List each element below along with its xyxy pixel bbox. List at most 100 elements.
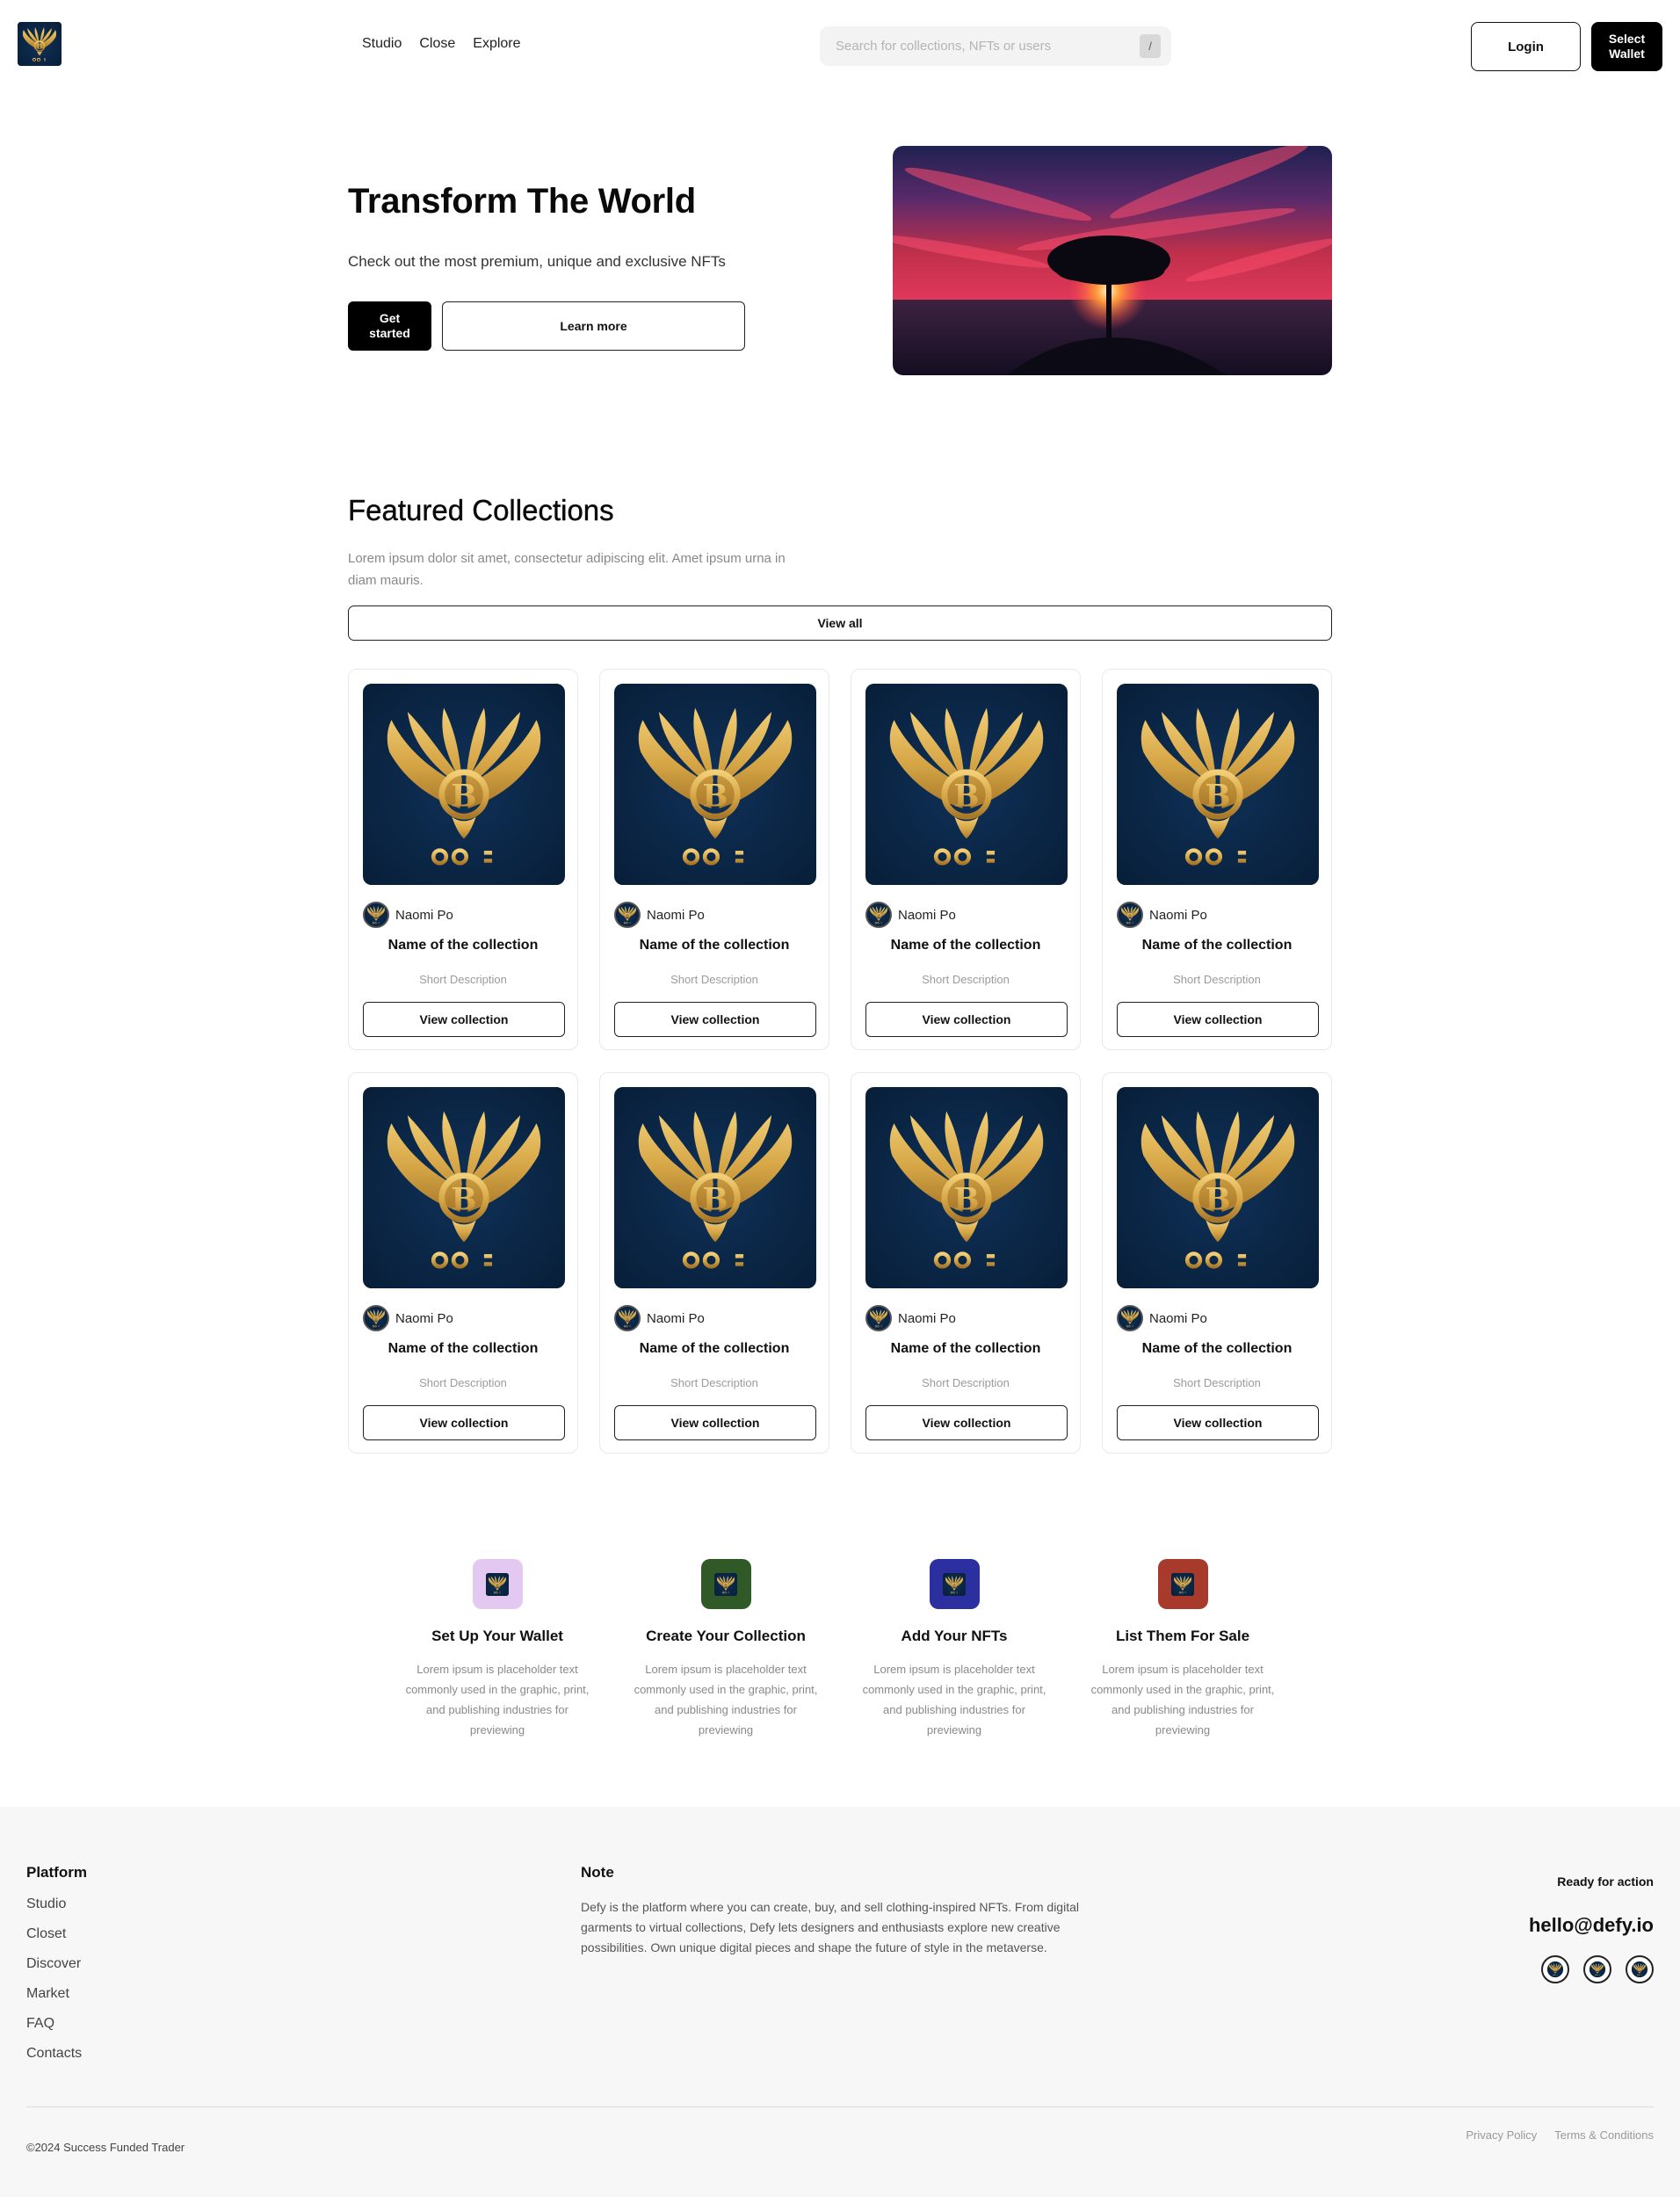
step-add-nfts: Add Your NFTs Lorem ipsum is placeholder…: [858, 1559, 1051, 1740]
logo-icon[interactable]: [18, 22, 62, 66]
step-set-up-wallet: Set Up Your Wallet Lorem ipsum is placeh…: [401, 1559, 594, 1740]
collection-image[interactable]: [1117, 1087, 1319, 1288]
view-collection-button[interactable]: View collection: [1117, 1405, 1319, 1440]
view-collection-button[interactable]: View collection: [363, 1405, 565, 1440]
view-collection-button[interactable]: View collection: [865, 1002, 1068, 1037]
nav-item-studio[interactable]: Studio: [362, 36, 402, 52]
collection-short-description: Short Description: [419, 973, 507, 986]
avatar: [1117, 902, 1143, 928]
login-button[interactable]: Login: [1471, 22, 1581, 71]
avatar: [363, 902, 389, 928]
nav-item-close[interactable]: Close: [419, 36, 455, 52]
collection-short-description: Short Description: [922, 1376, 1010, 1389]
step-title: Create Your Collection: [646, 1628, 806, 1644]
collection-card: Naomi Po Name of the collection Short De…: [1102, 1072, 1332, 1454]
collection-image[interactable]: [614, 1087, 816, 1288]
collection-name: Name of the collection: [639, 1341, 790, 1356]
legal-links: Privacy Policy Terms & Conditions: [1466, 2128, 1654, 2142]
collection-name: Name of the collection: [890, 1341, 1041, 1356]
avatar: [614, 902, 641, 928]
social-links: [1541, 1955, 1654, 1983]
collection-card: Naomi Po Name of the collection Short De…: [348, 1072, 578, 1454]
author-name: Naomi Po: [898, 907, 956, 923]
collection-name: Name of the collection: [639, 938, 790, 953]
hero-subtitle: Check out the most premium, unique and e…: [348, 253, 726, 270]
collection-name: Name of the collection: [890, 938, 1041, 953]
collection-author: Naomi Po: [614, 902, 705, 928]
collection-image[interactable]: [363, 684, 565, 885]
nav-item-explore[interactable]: Explore: [473, 36, 520, 52]
collection-short-description: Short Description: [1173, 973, 1261, 986]
collection-author: Naomi Po: [363, 1305, 453, 1331]
collection-author: Naomi Po: [865, 1305, 956, 1331]
avatar: [865, 1305, 892, 1331]
avatar: [865, 902, 892, 928]
author-name: Naomi Po: [395, 907, 453, 923]
collection-name: Name of the collection: [1141, 1341, 1293, 1356]
social-icon[interactable]: [1583, 1955, 1611, 1983]
collection-author: Naomi Po: [865, 902, 956, 928]
footer-links: Studio Closet Discover Market FAQ Contac…: [26, 1896, 82, 2063]
copyright: ©2024 Success Funded Trader: [26, 2141, 185, 2154]
author-name: Naomi Po: [647, 1310, 705, 1326]
footer-platform-title: Platform: [26, 1864, 87, 1881]
collection-image[interactable]: [865, 684, 1068, 885]
contact-email[interactable]: hello@defy.io: [1529, 1914, 1654, 1937]
footer-link-closet[interactable]: Closet: [26, 1925, 82, 1943]
avatar: [363, 1305, 389, 1331]
collection-card: Naomi Po Name of the collection Short De…: [599, 1072, 829, 1454]
collection-image[interactable]: [614, 684, 816, 885]
collection-card: Naomi Po Name of the collection Short De…: [851, 1072, 1081, 1454]
step-text: Lorem ipsum is placeholder text commonly…: [862, 1663, 1046, 1737]
author-name: Naomi Po: [1149, 907, 1207, 923]
step-title: Add Your NFTs: [901, 1628, 1008, 1644]
collection-name: Name of the collection: [387, 938, 539, 953]
privacy-policy-link[interactable]: Privacy Policy: [1466, 2128, 1537, 2142]
footer-link-faq[interactable]: FAQ: [26, 2015, 82, 2033]
footer-link-market[interactable]: Market: [26, 1985, 82, 2003]
avatar: [614, 1305, 641, 1331]
step-title: Set Up Your Wallet: [431, 1628, 563, 1644]
learn-more-button[interactable]: Learn more: [442, 301, 745, 351]
collection-short-description: Short Description: [922, 973, 1010, 986]
collection-author: Naomi Po: [1117, 902, 1207, 928]
view-all-button[interactable]: View all: [348, 605, 1332, 641]
search-shortcut-key: /: [1140, 34, 1161, 58]
ready-label: Ready for action: [1557, 1874, 1654, 1889]
footer-note-text: Defy is the platform where you can creat…: [581, 1900, 1079, 1954]
footer-link-contacts[interactable]: Contacts: [26, 2045, 82, 2063]
collection-step-icon: [700, 1559, 751, 1609]
view-collection-button[interactable]: View collection: [865, 1405, 1068, 1440]
step-text: Lorem ipsum is placeholder text commonly…: [405, 1663, 590, 1737]
collection-short-description: Short Description: [670, 973, 758, 986]
social-icon[interactable]: [1626, 1955, 1654, 1983]
footer-link-studio[interactable]: Studio: [26, 1896, 82, 1913]
view-collection-button[interactable]: View collection: [614, 1405, 816, 1440]
get-started-button[interactable]: Get started: [348, 301, 431, 351]
terms-conditions-link[interactable]: Terms & Conditions: [1554, 2128, 1654, 2142]
collection-name: Name of the collection: [1141, 938, 1293, 953]
collection-image[interactable]: [865, 1087, 1068, 1288]
collection-name: Name of the collection: [387, 1341, 539, 1356]
collection-image[interactable]: [1117, 684, 1319, 885]
social-icon[interactable]: [1541, 1955, 1569, 1983]
view-collection-button[interactable]: View collection: [614, 1002, 816, 1037]
top-navbar: Studio Close Explore / Login Select Wall…: [0, 0, 1680, 92]
view-collection-button[interactable]: View collection: [1117, 1002, 1319, 1037]
select-wallet-button[interactable]: Select Wallet: [1591, 22, 1662, 71]
collection-author: Naomi Po: [614, 1305, 705, 1331]
hero-title: Transform The World: [348, 182, 696, 221]
footer-link-discover[interactable]: Discover: [26, 1955, 82, 1973]
author-name: Naomi Po: [1149, 1310, 1207, 1326]
view-collection-button[interactable]: View collection: [363, 1002, 565, 1037]
collection-image[interactable]: [363, 1087, 565, 1288]
step-title: List Them For Sale: [1115, 1628, 1250, 1644]
collection-short-description: Short Description: [1173, 1376, 1261, 1389]
footer-note-title: Note: [581, 1864, 614, 1881]
search-input[interactable]: [836, 26, 1126, 66]
search-bar: /: [820, 26, 1171, 66]
footer: [0, 1807, 1680, 2197]
collection-card: Naomi Po Name of the collection Short De…: [348, 669, 578, 1050]
main-nav: Studio Close Explore: [362, 36, 521, 52]
step-text: Lorem ipsum is placeholder text commonly…: [1090, 1663, 1275, 1737]
